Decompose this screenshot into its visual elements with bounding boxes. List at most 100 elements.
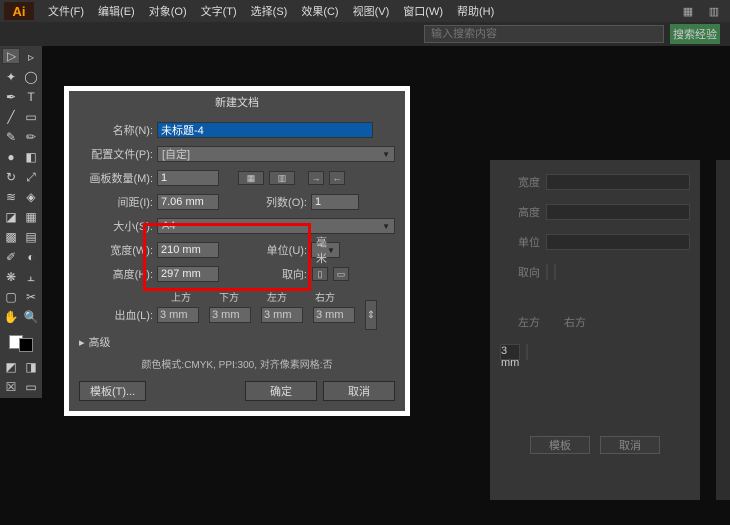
symbol-spray-icon[interactable]: ❋ <box>2 268 20 286</box>
bg-label: 取向 <box>500 264 540 280</box>
mesh-tool-icon[interactable]: ▩ <box>2 228 20 246</box>
bleed-top-input[interactable] <box>157 307 199 323</box>
width-label: 宽度(W): <box>79 242 153 258</box>
artboard-tool-icon[interactable]: ▢ <box>2 288 20 306</box>
bg-label: 宽度 <box>500 174 540 190</box>
width-tool-icon[interactable]: ≋ <box>2 188 20 206</box>
blend-tool-icon[interactable]: ◐ <box>22 248 40 266</box>
shape-builder-icon[interactable]: ◪ <box>2 208 20 226</box>
bg-label: 右方 <box>546 314 586 330</box>
templates-button[interactable]: 模板(T)... <box>79 381 146 401</box>
menu-window[interactable]: 窗口(W) <box>397 1 449 21</box>
gradient-mode-icon[interactable]: ◨ <box>22 358 40 376</box>
new-document-dialog-frame: 新建文档 名称(N): 配置文件(P): [自定]▼ 画板数量(M): ▦ ▥ … <box>64 86 410 416</box>
arrange-left-icon[interactable]: ← <box>329 171 345 185</box>
type-tool-icon[interactable]: T <box>22 88 40 106</box>
app-logo: Ai <box>4 2 34 20</box>
graph-tool-icon[interactable]: ⫠ <box>22 268 40 286</box>
artboards-input[interactable] <box>157 170 219 186</box>
bleed-left-input[interactable] <box>261 307 303 323</box>
grid-by-row-icon[interactable]: ▦ <box>238 171 264 185</box>
menu-edit[interactable]: 编辑(E) <box>92 1 141 21</box>
search-input[interactable] <box>424 25 664 43</box>
menu-help[interactable]: 帮助(H) <box>451 1 500 21</box>
spacing-input[interactable] <box>157 194 219 210</box>
cols-input[interactable] <box>311 194 359 210</box>
bg-button: 模板 <box>530 436 590 454</box>
free-transform-icon[interactable]: ◈ <box>22 188 40 206</box>
menu-bar: Ai 文件(F) 编辑(E) 对象(O) 文字(T) 选择(S) 效果(C) 视… <box>0 0 730 22</box>
bg-label: 高度 <box>500 204 540 220</box>
name-label: 名称(N): <box>79 122 153 138</box>
gradient-tool-icon[interactable]: ▤ <box>22 228 40 246</box>
units-select[interactable]: 毫米▼ <box>311 242 340 258</box>
eyedropper-icon[interactable]: ✐ <box>2 248 20 266</box>
bg-label: 单位 <box>500 234 540 250</box>
chevron-down-icon: ▼ <box>327 246 335 255</box>
menu-view[interactable]: 视图(V) <box>347 1 396 21</box>
dialog-title: 新建文档 <box>69 91 405 113</box>
ok-button[interactable]: 确定 <box>245 381 317 401</box>
zoom-tool-icon[interactable]: 🔍 <box>22 308 40 326</box>
color-mode-icon[interactable]: ◩ <box>2 358 20 376</box>
size-select[interactable]: A4▼ <box>157 218 395 234</box>
slice-tool-icon[interactable]: ✂ <box>22 288 40 306</box>
orient-portrait-icon[interactable]: ▯ <box>312 267 328 281</box>
scale-tool-icon[interactable]: ⤢ <box>22 168 40 186</box>
profile-value: [自定] <box>162 146 190 162</box>
bleed-bottom-input[interactable] <box>209 307 251 323</box>
profile-select[interactable]: [自定]▼ <box>157 146 395 162</box>
name-input[interactable] <box>157 122 373 138</box>
eraser-tool-icon[interactable]: ◧ <box>22 148 40 166</box>
link-bleed-icon[interactable]: ⇕ <box>365 300 377 330</box>
bg-input <box>546 234 690 250</box>
chevron-down-icon: ▼ <box>382 222 390 231</box>
lasso-tool-icon[interactable]: ◯ <box>22 68 40 86</box>
bleed-bottom-header: 下方 <box>205 289 253 304</box>
size-label: 大小(S): <box>79 218 153 234</box>
rect-tool-icon[interactable]: ▭ <box>22 108 40 126</box>
units-value: 毫米 <box>316 234 327 266</box>
none-mode-icon[interactable]: ☒ <box>2 378 20 396</box>
brush-tool-icon[interactable]: ✎ <box>2 128 20 146</box>
fill-stroke-swatches[interactable] <box>2 328 40 356</box>
grid-by-col-icon[interactable]: ▥ <box>269 171 295 185</box>
bg-input <box>546 174 690 190</box>
menu-type[interactable]: 文字(T) <box>195 1 243 21</box>
selection-tool-icon[interactable]: ▷ <box>2 48 20 64</box>
layout-icon[interactable]: ▦ <box>678 2 698 20</box>
screen-mode-icon[interactable]: ▭ <box>22 378 40 396</box>
height-label: 高度(H): <box>79 266 153 282</box>
blob-tool-icon[interactable]: ● <box>2 148 20 166</box>
menu-select[interactable]: 选择(S) <box>245 1 294 21</box>
direct-select-tool-icon[interactable]: ▹ <box>22 48 40 66</box>
bg-label: 左方 <box>500 314 540 330</box>
hand-tool-icon[interactable]: ✋ <box>2 308 20 326</box>
rotate-tool-icon[interactable]: ↻ <box>2 168 20 186</box>
advanced-label: 高级 <box>89 334 111 350</box>
bg-input <box>546 204 690 220</box>
units-label: 单位(U): <box>261 242 307 258</box>
menu-file[interactable]: 文件(F) <box>42 1 90 21</box>
bg-input <box>526 344 528 360</box>
magic-wand-tool-icon[interactable]: ✦ <box>2 68 20 86</box>
orient-landscape-icon[interactable]: ▭ <box>333 267 349 281</box>
menu-object[interactable]: 对象(O) <box>143 1 193 21</box>
perspective-icon[interactable]: ▦ <box>22 208 40 226</box>
bg-panel-strip <box>716 160 730 500</box>
width-input[interactable] <box>157 242 219 258</box>
bleed-right-input[interactable] <box>313 307 355 323</box>
line-tool-icon[interactable]: ╱ <box>2 108 20 126</box>
cancel-button[interactable]: 取消 <box>323 381 395 401</box>
bleed-left-header: 左方 <box>253 289 301 304</box>
advanced-toggle[interactable]: ▸ 高级 <box>79 334 395 350</box>
menu-effect[interactable]: 效果(C) <box>295 1 344 21</box>
bg-input: 3 mm <box>500 344 520 360</box>
background-dialog: 宽度 高度 单位 取向 左方右方 3 mm 模板 取消 <box>490 160 700 500</box>
pen-tool-icon[interactable]: ✒ <box>2 88 20 106</box>
arrange-icon[interactable]: ▥ <box>704 2 724 20</box>
pencil-tool-icon[interactable]: ✏ <box>22 128 40 146</box>
height-input[interactable] <box>157 266 219 282</box>
search-button[interactable]: 搜索经验 <box>670 24 720 44</box>
arrange-right-icon[interactable]: → <box>308 171 324 185</box>
